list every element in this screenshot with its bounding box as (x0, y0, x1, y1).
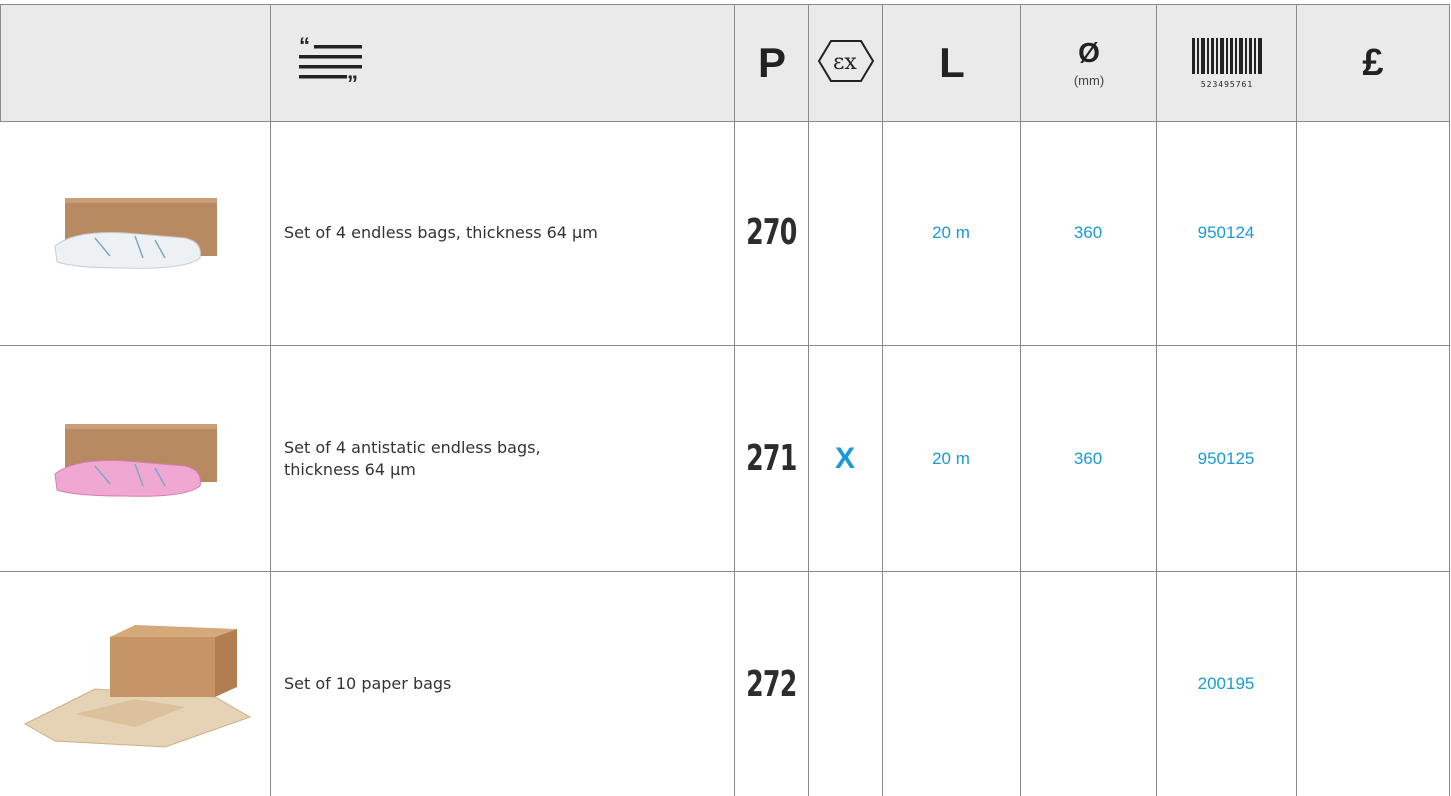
header-length-cell: L (883, 5, 1021, 121)
product-p-cell: 272 (734, 572, 808, 796)
column-divider (1156, 4, 1157, 796)
product-image-cell (0, 572, 270, 796)
product-length: 20 m (932, 222, 970, 242)
product-ex-cell (808, 572, 882, 796)
column-divider (270, 4, 271, 796)
header-p-label: P (757, 39, 786, 86)
product-length-cell: 20 m (882, 346, 1020, 571)
table-row: Set of 10 paper bags 272 200195 (0, 572, 1450, 796)
table-row: Set of 4 endless bags, thickness 64 µm 2… (0, 120, 1450, 345)
product-description: Set of 10 paper bags (284, 674, 452, 694)
atex-ex-icon: εx (817, 39, 875, 87)
product-length: 20 m (932, 448, 970, 468)
product-length-cell: 20 m (882, 120, 1020, 345)
row-divider (0, 345, 1450, 346)
box-with-white-bags-image (35, 188, 235, 278)
product-code-cell: 950125 (1156, 346, 1296, 571)
header-p-cell: P (735, 5, 809, 121)
product-price-cell (1296, 120, 1448, 345)
box-with-paper-bags-image (15, 619, 255, 749)
product-description-text: Set of 4 antistatic endless bags, thickn… (284, 437, 541, 479)
product-p-number: 272 (745, 663, 797, 705)
product-diameter: 360 (1073, 448, 1103, 468)
svg-text:“: “ (299, 35, 310, 58)
header-length-label: L (939, 39, 965, 86)
product-diameter-cell (1020, 572, 1156, 796)
product-code-cell: 950124 (1156, 120, 1296, 345)
svg-text:”: ” (347, 71, 358, 87)
product-code: 950124 (1197, 222, 1255, 242)
table-header-row: “ ” P εx L Ø (mm) 523495761 £ (0, 4, 1450, 122)
product-diameter: 360 (1073, 222, 1103, 242)
product-ex-cell (808, 120, 882, 345)
product-diameter-cell: 360 (1020, 120, 1156, 345)
table-row: Set of 4 antistatic endless bags, thickn… (0, 346, 1450, 571)
product-image-cell (0, 346, 270, 571)
quote-lines-icon: “ ” (299, 33, 365, 96)
column-divider (734, 4, 735, 796)
header-diameter-cell: Ø (mm) (1021, 5, 1157, 121)
header-ex-cell: εx (809, 5, 883, 121)
product-ex-mark: X (834, 441, 855, 475)
header-image-cell (1, 5, 271, 121)
column-divider (882, 4, 883, 796)
column-divider (808, 4, 809, 796)
header-diameter-symbol: Ø (1078, 36, 1100, 68)
product-price-cell (1296, 346, 1448, 571)
header-price-label: £ (1362, 41, 1384, 84)
product-p-cell: 271 (734, 346, 808, 571)
column-divider (1296, 4, 1297, 796)
product-code-cell: 200195 (1156, 572, 1296, 796)
product-diameter-cell: 360 (1020, 346, 1156, 571)
row-divider (0, 571, 1450, 572)
barcode-icon (1192, 37, 1262, 78)
column-divider (1449, 4, 1450, 796)
barcode-number: 523495761 (1200, 79, 1254, 89)
product-code: 200195 (1197, 674, 1255, 693)
header-barcode-cell: 523495761 (1157, 5, 1297, 121)
header-price-cell: £ (1297, 5, 1449, 121)
svg-text:εx: εx (833, 50, 857, 75)
product-image-cell (0, 120, 270, 345)
product-code: 950125 (1197, 448, 1255, 468)
product-price-cell (1296, 572, 1448, 796)
box-with-pink-bags-image (35, 414, 235, 504)
product-length-cell (882, 572, 1020, 796)
product-p-number: 271 (745, 438, 797, 479)
header-description-cell: “ ” (271, 5, 735, 121)
product-ex-cell: X (808, 346, 882, 571)
product-p-cell: 270 (734, 120, 808, 345)
column-divider (1020, 4, 1021, 796)
product-p-number: 270 (745, 212, 797, 253)
product-description: Set of 4 endless bags, thickness 64 µm (284, 222, 598, 242)
product-description: Set of 4 antistatic endless bags, thickn… (270, 346, 734, 571)
header-diameter-unit: (mm) (1073, 72, 1105, 88)
